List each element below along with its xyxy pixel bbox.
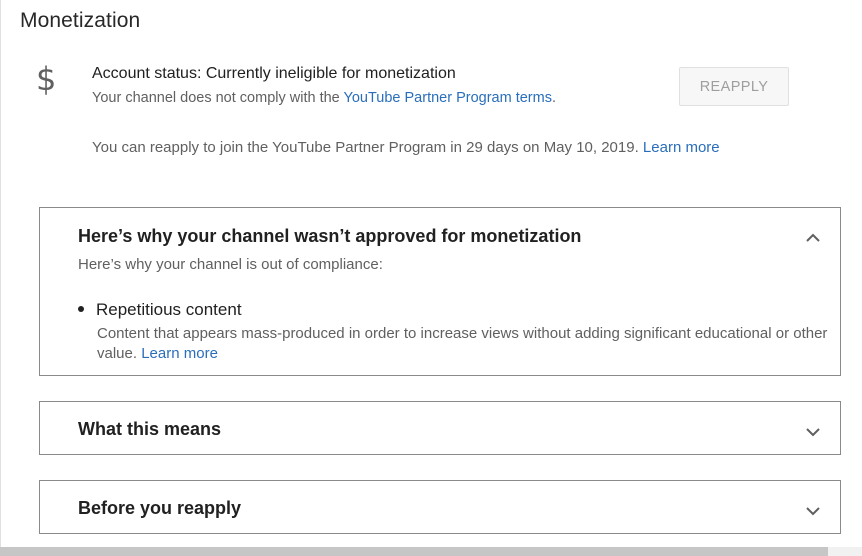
reason-item: Repetitious content: [78, 300, 242, 320]
account-status-title: Account status: Currently ineligible for…: [92, 65, 456, 82]
partner-program-terms-link[interactable]: YouTube Partner Program terms: [344, 90, 552, 106]
account-status-subtitle-prefix: Your channel does not comply with the: [92, 90, 344, 106]
account-status-subtitle-suffix: .: [551, 90, 556, 106]
panel-why-not-approved: Here’s why your channel wasn’t approved …: [39, 207, 841, 376]
reapply-learn-more-link[interactable]: Learn more: [643, 139, 720, 156]
account-status-subtitle: Your channel does not comply with the Yo…: [92, 90, 556, 106]
panel-why-not-approved-description: Here’s why your channel is out of compli…: [78, 256, 383, 273]
reason-learn-more-link[interactable]: Learn more: [141, 345, 218, 362]
chevron-down-icon[interactable]: [805, 503, 821, 519]
reason-title: Repetitious content: [96, 300, 242, 319]
reapply-note: You can reapply to join the YouTube Part…: [92, 139, 720, 156]
chevron-down-icon[interactable]: [805, 424, 821, 440]
page-title: Monetization: [20, 9, 141, 32]
horizontal-scrollbar-track[interactable]: [828, 547, 862, 556]
reapply-button[interactable]: REAPPLY: [679, 67, 789, 106]
dollar-icon: $: [36, 60, 57, 98]
bullet-icon: [78, 305, 84, 312]
reason-description: Content that appears mass-produced in or…: [97, 324, 837, 364]
panel-what-this-means[interactable]: What this means: [39, 401, 841, 455]
panel-before-you-reapply[interactable]: Before you reapply: [39, 480, 841, 534]
page-left-border: [0, 0, 1, 556]
panel-why-not-approved-header[interactable]: Here’s why your channel wasn’t approved …: [78, 226, 581, 247]
horizontal-scrollbar-thumb[interactable]: [0, 547, 828, 556]
chevron-up-icon[interactable]: [805, 230, 821, 246]
panel-what-this-means-header[interactable]: What this means: [78, 419, 221, 440]
reapply-note-text: You can reapply to join the YouTube Part…: [92, 139, 643, 156]
panel-before-you-reapply-header[interactable]: Before you reapply: [78, 498, 241, 519]
